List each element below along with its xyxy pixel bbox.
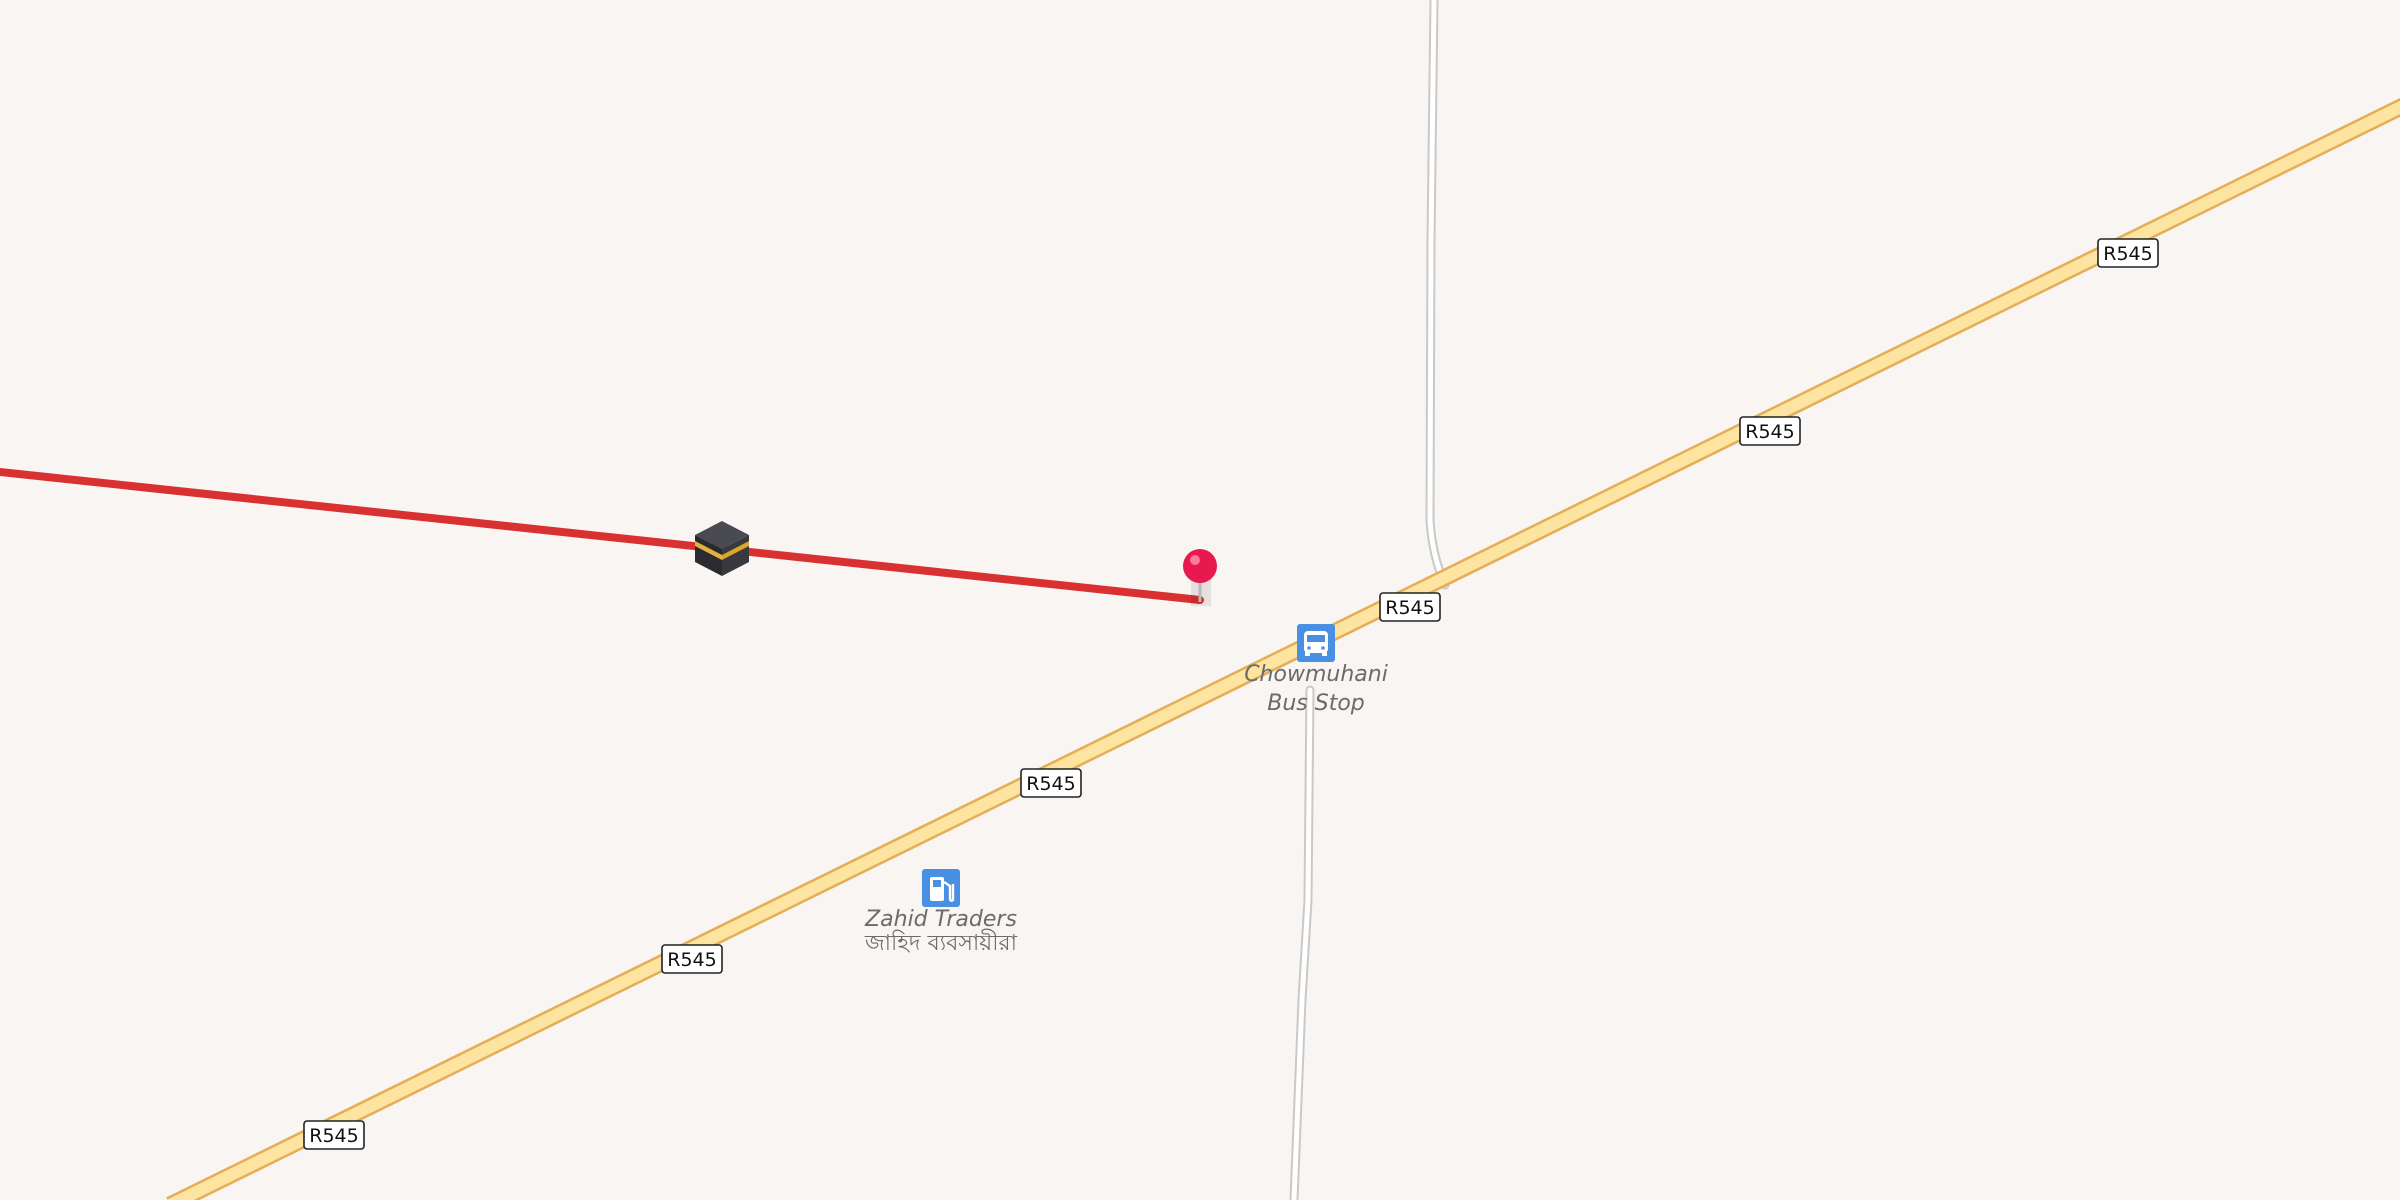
bus-stop-name-line2: Bus Stop: [1267, 691, 1365, 716]
road-shield[interactable]: R545: [303, 1120, 365, 1150]
road-shield-label: R545: [1385, 597, 1434, 619]
road-shield-label: R545: [667, 949, 716, 971]
road-shield[interactable]: R545: [1739, 416, 1801, 446]
road-shield[interactable]: R545: [1020, 768, 1082, 798]
road-shield-label: R545: [1026, 773, 1075, 795]
bus-stop-name-line1: Chowmuhani: [1244, 662, 1388, 687]
fuel-pump-icon: [922, 869, 960, 907]
fuel-station-name: Zahid Traders: [864, 907, 1017, 932]
bus-icon: [1297, 624, 1335, 662]
road-shield[interactable]: R545: [1379, 592, 1441, 622]
road-shield-label: R545: [1745, 421, 1794, 443]
road-shield-label: R545: [2103, 243, 2152, 265]
road-shield[interactable]: R545: [661, 944, 723, 974]
map-canvas[interactable]: R545 R545 R545 R545 R545 R545 Chowmuhani…: [0, 0, 2400, 1200]
road-shield-label: R545: [309, 1125, 358, 1147]
road-shield[interactable]: R545: [2097, 238, 2159, 268]
fuel-station-name-local: জাহিদ ব্যবসায়ীরা: [864, 929, 1018, 956]
